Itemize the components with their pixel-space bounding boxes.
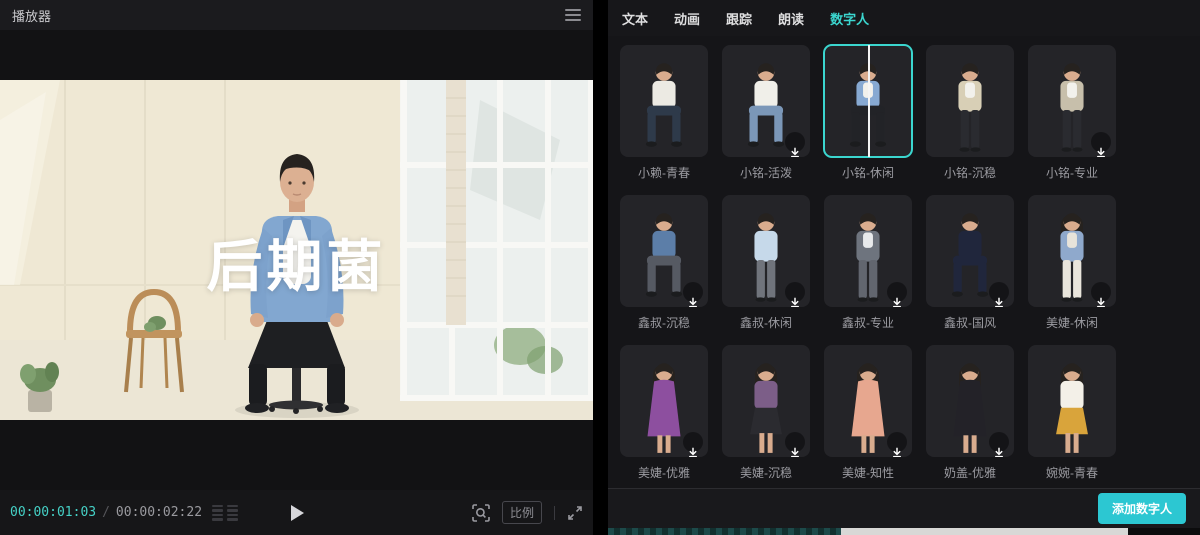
download-icon[interactable]	[785, 282, 805, 307]
avatar-label: 小铭-专业	[1046, 166, 1098, 180]
download-icon[interactable]	[785, 132, 805, 157]
avatar-cell: 小铭-休闲	[823, 44, 913, 181]
avatar-card[interactable]	[1028, 345, 1116, 457]
tab-tracking[interactable]: 跟踪	[726, 9, 752, 28]
total-time: 00:00:02:22	[115, 505, 203, 520]
tab-text[interactable]: 文本	[622, 9, 648, 28]
avatar-card[interactable]	[926, 195, 1014, 307]
download-icon[interactable]	[683, 282, 703, 307]
menu-icon[interactable]	[565, 9, 581, 21]
play-button[interactable]	[282, 498, 312, 528]
player-controls: 00:00:01:03 / 00:00:02:22 比例	[0, 490, 593, 535]
avatar-cell: 鑫叔-休闲	[722, 195, 810, 331]
avatar-card[interactable]	[722, 45, 810, 157]
avatar-card[interactable]	[722, 345, 810, 457]
timecode: 00:00:01:03 / 00:00:02:22	[10, 505, 202, 520]
avatar-label: 美婕-优雅	[638, 466, 690, 480]
tab-animation[interactable]: 动画	[674, 9, 700, 28]
avatar-cell: 婉婉-青春	[1028, 345, 1116, 481]
avatar-label: 美婕-休闲	[1046, 316, 1098, 330]
preview-split-line	[868, 45, 870, 157]
avatar-label: 鑫叔-休闲	[740, 316, 792, 330]
avatar-cell: 美婕-休闲	[1028, 195, 1116, 331]
avatar-label: 鑫叔-沉稳	[638, 316, 690, 330]
timeline-empty-strip	[1128, 528, 1200, 535]
download-icon[interactable]	[989, 282, 1009, 307]
avatar-cell: 美婕-知性	[824, 345, 912, 481]
avatar-label: 美婕-沉稳	[740, 466, 792, 480]
ratio-button[interactable]: 比例	[501, 501, 542, 524]
avatar-cell: 美婕-优雅	[620, 345, 708, 481]
avatar-cell: 小赖-青春	[620, 45, 708, 181]
avatar-cell: 小铭-活泼	[722, 45, 810, 181]
tab-read-aloud[interactable]: 朗读	[778, 9, 804, 28]
fullscreen-icon[interactable]	[567, 505, 583, 521]
avatar-card[interactable]	[1028, 195, 1116, 307]
download-icon[interactable]	[785, 432, 805, 457]
caption-overlay[interactable]: 后期菌	[0, 222, 593, 303]
panel-divider	[593, 0, 608, 535]
avatar-figure	[1056, 363, 1088, 453]
player-panel: 播放器 后期菌 00:00:01:03 / 00:00:02:22 比例	[0, 0, 593, 535]
avatar-card[interactable]	[620, 195, 708, 307]
avatar-label: 小赖-青春	[638, 166, 690, 180]
add-digital-human-button[interactable]: 添加数字人	[1097, 493, 1186, 524]
download-icon[interactable]	[1091, 132, 1111, 157]
avatar-cell: 鑫叔-专业	[824, 195, 912, 331]
player-header: 播放器	[0, 0, 593, 30]
avatar-card[interactable]	[1028, 45, 1116, 157]
avatar-label: 奶盖-优雅	[944, 466, 996, 480]
avatar-cell: 奶盖-优雅	[926, 345, 1014, 481]
avatar-label: 美婕-知性	[842, 466, 894, 480]
avatar-label: 婉婉-青春	[1046, 466, 1098, 480]
avatar-cell: 美婕-沉稳	[722, 345, 810, 481]
avatar-label: 小铭-沉稳	[944, 166, 996, 180]
download-icon[interactable]	[683, 432, 703, 457]
avatar-label: 鑫叔-专业	[842, 316, 894, 330]
avatar-card[interactable]	[824, 195, 912, 307]
avatar-cell: 鑫叔-国风	[926, 195, 1014, 331]
digital-human-panel: 文本 动画 跟踪 朗读 数字人 小赖-青春 小铭-活泼 小铭-休闲 小铭-沉稳 小铭-专业鑫叔-…	[608, 0, 1200, 535]
current-time: 00:00:01:03	[10, 505, 97, 520]
download-icon[interactable]	[887, 432, 907, 457]
download-icon[interactable]	[887, 282, 907, 307]
avatar-card[interactable]	[620, 345, 708, 457]
avatar-label: 小铭-休闲	[842, 166, 894, 180]
avatar-card[interactable]	[620, 45, 708, 157]
controls-divider	[554, 505, 555, 520]
avatar-card[interactable]	[823, 44, 913, 158]
player-title: 播放器	[12, 8, 52, 24]
avatar-card[interactable]	[722, 195, 810, 307]
avatar-card[interactable]	[926, 45, 1014, 157]
timeline-clip-strip	[841, 528, 1128, 535]
avatar-cell: 小铭-专业	[1028, 45, 1116, 181]
avatar-card[interactable]	[926, 345, 1014, 457]
download-icon[interactable]	[989, 432, 1009, 457]
avatar-figure	[645, 63, 683, 147]
tab-digital-human[interactable]: 数字人	[830, 9, 869, 28]
tabs-bar: 文本 动画 跟踪 朗读 数字人	[608, 0, 1200, 36]
avatar-label: 小铭-活泼	[740, 166, 792, 180]
time-separator: /	[102, 505, 110, 520]
timeline-peek	[608, 528, 1200, 535]
avatar-cell: 小铭-沉稳	[926, 45, 1014, 181]
segment-list-icon[interactable]	[212, 504, 239, 521]
preview-zoom-icon[interactable]	[472, 503, 490, 522]
play-icon	[290, 504, 304, 521]
avatar-grid: 小赖-青春 小铭-活泼 小铭-休闲 小铭-沉稳 小铭-专业鑫叔-沉稳 鑫叔-休闲 鑫叔-专业…	[608, 36, 1200, 488]
panel-footer: 添加数字人	[608, 488, 1200, 528]
app-window: 播放器 后期菌 00:00:01:03 / 00:00:02:22 比例 文本 …	[0, 0, 1200, 535]
video-preview[interactable]: 后期菌	[0, 30, 593, 490]
avatar-card[interactable]	[824, 345, 912, 457]
timeline-audio-strip	[608, 528, 841, 535]
avatar-cell: 鑫叔-沉稳	[620, 195, 708, 331]
avatar-figure	[958, 63, 982, 152]
avatar-label: 鑫叔-国风	[944, 316, 996, 330]
download-icon[interactable]	[1091, 282, 1111, 307]
